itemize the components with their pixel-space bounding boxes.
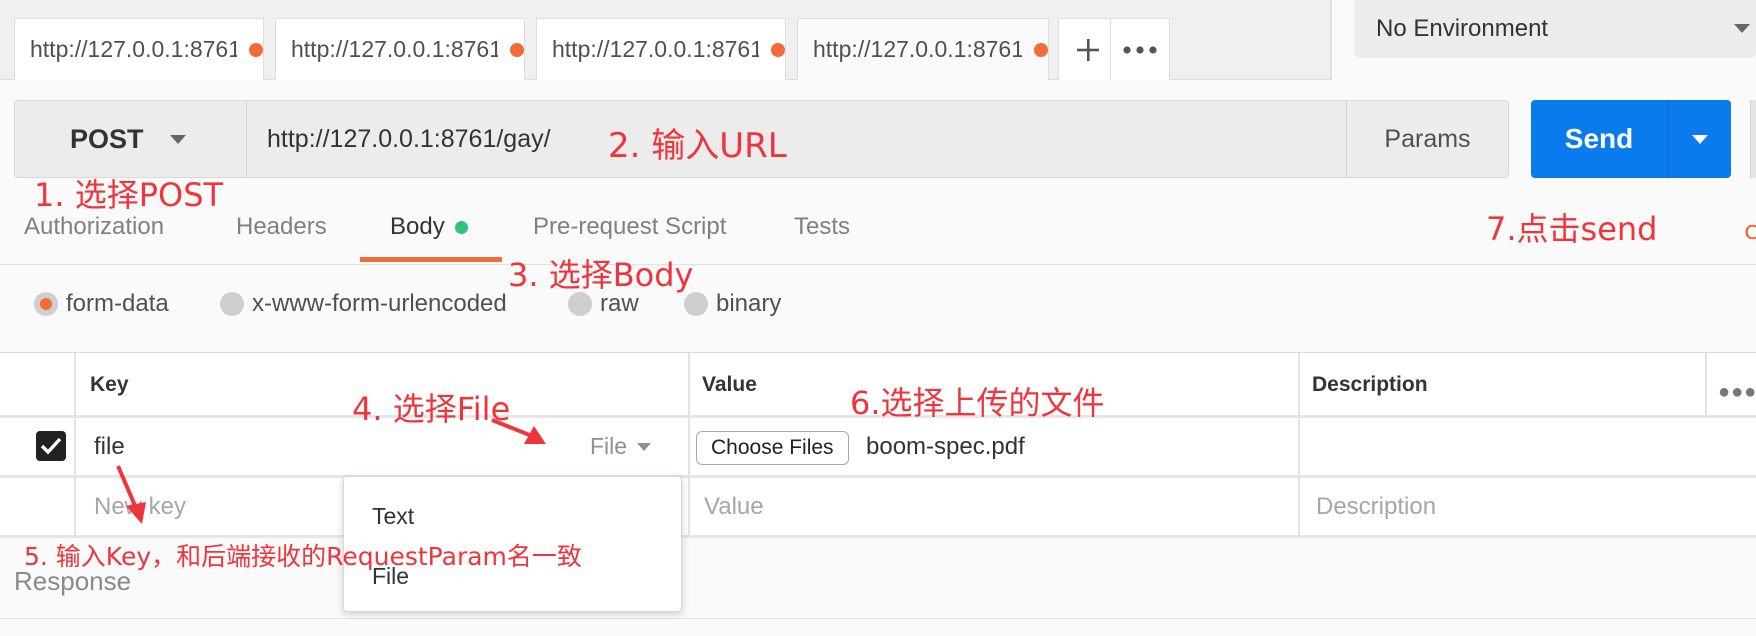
tab-body[interactable]: Body — [390, 213, 468, 241]
method-select[interactable]: POST — [15, 101, 247, 177]
key-type-value: File — [590, 433, 628, 459]
radio-label: binary — [716, 290, 782, 317]
table-rule — [0, 475, 1756, 478]
tab-body-label: Body — [390, 213, 445, 240]
radio-label: form-data — [66, 290, 169, 317]
table-divider — [1298, 353, 1300, 538]
unsaved-dot-icon — [1034, 42, 1048, 57]
request-tab-url: http://127.0.0.1:8761 — [291, 36, 499, 62]
annotation-step-3: 3. 选择Body — [508, 256, 694, 294]
header-divider — [1330, 0, 1332, 80]
radio-form-data[interactable]: form-data — [34, 290, 169, 318]
radio-binary[interactable]: binary — [684, 290, 781, 318]
tab-authorization[interactable]: Authorization — [24, 213, 164, 241]
status-dot-icon — [454, 221, 468, 235]
table-divider — [74, 353, 76, 538]
unsaved-dot-icon — [249, 42, 263, 57]
send-button[interactable]: Send — [1531, 100, 1667, 178]
annotation-step-1: 1. 选择POST — [34, 176, 224, 214]
new-description-input[interactable]: Description — [1316, 493, 1436, 521]
column-header-value: Value — [702, 373, 757, 396]
column-header-key: Key — [90, 373, 129, 396]
more-dots-icon — [1123, 45, 1157, 54]
annotation-step-5: 5. 输入Key，和后端接收的RequestParam名一致 — [24, 542, 582, 571]
request-tab-url: http://127.0.0.1:8761 — [30, 36, 238, 62]
request-tab[interactable]: http://127.0.0.1:8761 — [536, 18, 786, 80]
tab-headers[interactable]: Headers — [236, 213, 327, 241]
column-header-description: Description — [1312, 373, 1428, 396]
annotation-arrow-icon — [116, 465, 146, 524]
params-button[interactable]: Params — [1346, 101, 1508, 177]
choose-files-label: Choose Files — [711, 436, 834, 459]
annotation-edge-text: c — [1744, 216, 1756, 246]
environment-select[interactable]: No Environment — [1354, 0, 1756, 58]
url-input[interactable]: http://127.0.0.1:8761/gay/ — [267, 101, 551, 177]
table-divider — [688, 353, 690, 538]
active-tab-indicator — [360, 257, 502, 262]
annotation-step-6: 6.选择上传的文件 — [850, 384, 1105, 422]
chevron-down-icon — [169, 134, 186, 144]
radio-x-www-form-urlencoded[interactable]: x-www-form-urlencoded — [220, 290, 507, 318]
radio-label: x-www-form-urlencoded — [252, 290, 507, 317]
unsaved-dot-icon — [771, 42, 785, 57]
request-tab-strip: http://127.0.0.1:8761 http://127.0.0.1:8… — [0, 0, 1330, 80]
new-tab-button[interactable] — [1058, 18, 1118, 80]
selected-file-name: boom-spec.pdf — [866, 433, 1025, 460]
key-input[interactable]: file — [94, 433, 125, 461]
annotation-step-4: 4. 选择File — [352, 390, 511, 428]
chevron-down-icon — [1691, 134, 1708, 144]
new-value-input[interactable]: Value — [704, 493, 764, 521]
save-button-edge[interactable] — [1750, 100, 1756, 178]
params-button-label: Params — [1384, 124, 1471, 153]
chevron-down-icon — [1734, 24, 1750, 33]
table-divider — [1705, 353, 1707, 415]
annotation-step-7: 7.点击send — [1486, 210, 1658, 248]
row-enabled-checkbox[interactable] — [36, 431, 66, 461]
method-select-value: POST — [70, 123, 144, 154]
key-type-select[interactable]: File — [590, 433, 652, 460]
checkmark-icon — [40, 437, 62, 455]
send-button-group: Send — [1531, 100, 1731, 178]
url-input-value: http://127.0.0.1:8761/gay/ — [267, 124, 551, 153]
send-options-button[interactable] — [1668, 100, 1731, 178]
radio-selected-icon — [34, 292, 58, 316]
request-tab-url: http://127.0.0.1:8761 — [813, 36, 1023, 62]
request-tab[interactable]: http://127.0.0.1:8761 — [275, 18, 525, 80]
radio-icon — [220, 292, 244, 316]
divider — [0, 618, 1756, 619]
plus-icon — [1077, 38, 1099, 61]
choose-files-button[interactable]: Choose Files — [696, 431, 849, 465]
table-options-icon[interactable]: ●●● — [1718, 381, 1756, 404]
request-tab-active[interactable]: http://127.0.0.1:8761 — [797, 18, 1049, 80]
annotation-arrow-icon — [491, 418, 546, 444]
annotation-step-2: 2. 输入URL — [608, 126, 787, 166]
unsaved-dot-icon — [510, 42, 524, 57]
send-button-label: Send — [1564, 123, 1634, 154]
request-tab-url: http://127.0.0.1:8761 — [552, 36, 760, 62]
tab-tests[interactable]: Tests — [794, 213, 850, 241]
chevron-down-icon — [637, 442, 652, 451]
tab-options-button[interactable] — [1110, 18, 1170, 80]
menu-item-text[interactable]: Text — [372, 503, 414, 530]
request-tab[interactable]: http://127.0.0.1:8761 — [14, 18, 264, 80]
environment-select-value: No Environment — [1376, 15, 1549, 42]
tab-pre-request-script[interactable]: Pre-request Script — [533, 213, 726, 241]
